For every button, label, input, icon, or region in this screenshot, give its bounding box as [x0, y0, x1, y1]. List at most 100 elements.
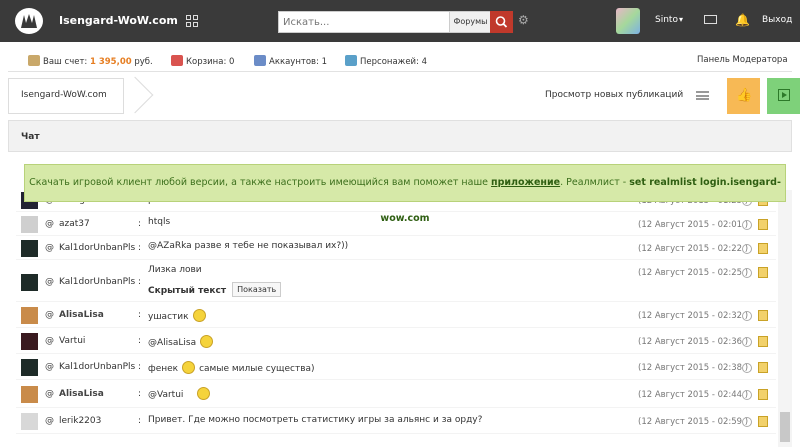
nickname[interactable]: Kal1dorUnbanPls: [59, 243, 135, 253]
message-text: фенек самые милые существа): [148, 361, 315, 374]
avatar[interactable]: [21, 274, 38, 291]
search-input[interactable]: [279, 12, 444, 32]
logout-link[interactable]: Выход: [762, 15, 792, 25]
message-text: Лизка лови: [148, 265, 202, 275]
nickname[interactable]: AlisaLisa: [59, 389, 104, 399]
mention-button[interactable]: @: [45, 416, 54, 426]
app-download-link[interactable]: приложение: [491, 177, 560, 188]
search-scope-select[interactable]: Форумы: [449, 12, 491, 32]
cart-item[interactable]: Корзина: 0: [171, 55, 234, 67]
timestamp: (12 Август 2015 - 02:36 ): [638, 337, 749, 347]
chat-title: Чат: [21, 132, 40, 142]
breadcrumb-home[interactable]: Isengard-WoW.com: [8, 78, 124, 114]
message-text: @AlisaLisa: [148, 335, 214, 348]
search-icon[interactable]: [742, 268, 752, 278]
edit-icon[interactable]: [758, 310, 768, 321]
wallet-icon: [28, 55, 40, 66]
mention-button[interactable]: @: [45, 277, 54, 287]
chat-message: @ Kal1dorUnbanPls : @AZaRka разве я тебе…: [16, 236, 776, 260]
timestamp: (12 Август 2015 - 02:32 ): [638, 311, 749, 321]
edit-icon[interactable]: [758, 416, 768, 427]
avatar[interactable]: [21, 333, 38, 350]
avatar[interactable]: [21, 413, 38, 430]
chat-message: @ Kal1dorUnbanPls : Лизка лови Скрытый т…: [16, 260, 776, 302]
edit-icon[interactable]: [758, 219, 768, 230]
apps-grid-icon[interactable]: [186, 15, 198, 27]
search-button[interactable]: [490, 11, 513, 33]
user-name-menu[interactable]: Sinto: [655, 15, 678, 25]
nickname[interactable]: AlisaLisa: [59, 310, 104, 320]
mention-button[interactable]: @: [45, 310, 54, 320]
site-name[interactable]: Isengard-WoW.com: [59, 14, 178, 27]
edit-icon[interactable]: [758, 362, 768, 373]
thumbs-up-icon: 👍: [736, 88, 753, 103]
search-icon[interactable]: [742, 363, 752, 373]
avatar[interactable]: [21, 359, 38, 376]
chat-box: Скачать игровой клиент любой версии, а т…: [16, 160, 792, 447]
message-text: htqls: [148, 217, 171, 227]
chat-message: @ AlisaLisa : @Vartui (12 Август 2015 - …: [16, 380, 776, 408]
breadcrumb-bar: Isengard-WoW.com Просмотр новых публикац…: [8, 76, 800, 114]
characters-item[interactable]: Персонажей: 4: [345, 55, 427, 67]
hidden-text-block: Скрытый текст Показать: [148, 282, 282, 297]
chat-message: @ lerik2203 : Привет. Где можно посмотре…: [16, 408, 776, 434]
cart-icon: [171, 55, 183, 66]
edit-icon[interactable]: [758, 389, 768, 400]
view-new-posts-link[interactable]: Просмотр новых публикаций: [545, 90, 683, 100]
avatar[interactable]: [21, 307, 38, 324]
list-icon[interactable]: [696, 91, 709, 100]
smile-icon: [200, 335, 214, 348]
nickname[interactable]: Kal1dorUnbanPls: [59, 362, 135, 372]
logo-icon: [21, 14, 37, 28]
search-icon[interactable]: [742, 417, 752, 427]
search-box: Форумы: [278, 11, 491, 33]
characters-icon: [345, 55, 357, 66]
search-settings-gear-icon[interactable]: ⚙: [518, 13, 529, 27]
search-icon[interactable]: [742, 390, 752, 400]
chat-scrollbar[interactable]: [778, 190, 792, 447]
search-icon[interactable]: [742, 337, 752, 347]
play-button[interactable]: [767, 78, 800, 114]
search-icon[interactable]: [742, 311, 752, 321]
balance-item[interactable]: Ваш счет: 1 395,00 руб.: [28, 55, 153, 67]
timestamp: (12 Август 2015 - 02:22 ): [638, 244, 749, 254]
bell-icon[interactable]: 🔔: [735, 13, 750, 27]
search-icon[interactable]: [742, 220, 752, 230]
chat-message: @ Vartui : @AlisaLisa (12 Август 2015 - …: [16, 328, 776, 354]
search-icon: [495, 16, 508, 28]
moderator-panel-link[interactable]: Панель Модератора: [697, 55, 788, 65]
message-text: ушастик: [148, 309, 206, 322]
scrollbar-thumb[interactable]: [780, 412, 790, 442]
site-logo[interactable]: [15, 8, 43, 34]
user-avatar[interactable]: [616, 8, 640, 34]
edit-icon[interactable]: [758, 336, 768, 347]
account-info-bar: Ваш счет: 1 395,00 руб. Корзина: 0 Аккау…: [8, 48, 792, 72]
chat-message: @ Kal1dorUnbanPls : фенек самые милые сущ…: [16, 354, 776, 380]
user-icon: [254, 55, 266, 66]
avatar[interactable]: [21, 240, 38, 257]
mention-button[interactable]: @: [45, 243, 54, 253]
search-icon[interactable]: [742, 244, 752, 254]
edit-icon[interactable]: [758, 267, 768, 278]
nickname[interactable]: azat37: [59, 219, 90, 229]
smile-icon: [192, 309, 206, 322]
mail-icon[interactable]: [704, 15, 717, 24]
show-hidden-button[interactable]: Показать: [232, 282, 282, 297]
mention-button[interactable]: @: [45, 362, 54, 372]
avatar[interactable]: [21, 386, 38, 403]
timestamp: (12 Август 2015 - 02:38 ): [638, 363, 749, 373]
nickname[interactable]: Vartui: [59, 336, 85, 346]
mention-button[interactable]: @: [45, 389, 54, 399]
edit-icon[interactable]: [758, 243, 768, 254]
message-text: @AZaRka разве я тебе не показывал их?)): [148, 241, 349, 251]
chat-header: Чат: [8, 120, 792, 152]
chevron-down-icon[interactable]: ▾: [679, 15, 683, 24]
nickname[interactable]: Kal1dorUnbanPls: [59, 277, 135, 287]
accounts-item[interactable]: Аккаунтов: 1: [254, 55, 327, 67]
like-button[interactable]: 👍: [727, 78, 760, 114]
nickname[interactable]: lerik2203: [59, 416, 101, 426]
timestamp: (12 Август 2015 - 02:59 ): [638, 417, 749, 427]
mention-button[interactable]: @: [45, 336, 54, 346]
avatar[interactable]: [21, 216, 38, 233]
mention-button[interactable]: @: [45, 219, 54, 229]
